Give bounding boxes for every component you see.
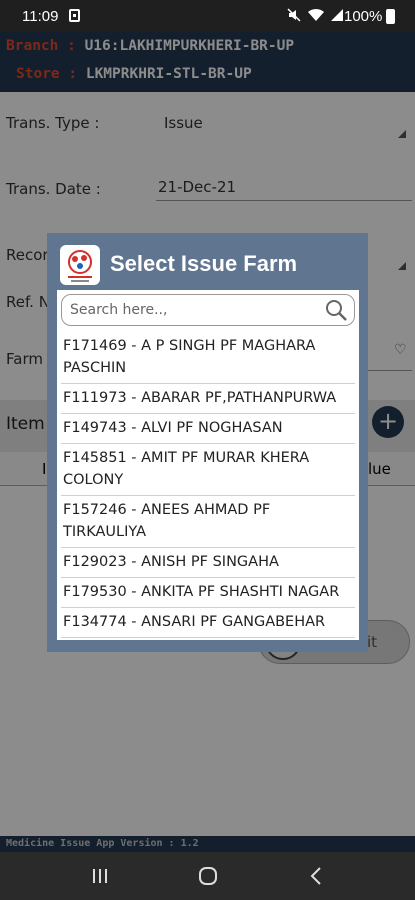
signal-icon <box>330 9 343 21</box>
farm-list-item[interactable]: F157246 - ANEES AHMAD PF TIRKAULIYA <box>61 496 355 548</box>
search-placeholder: Search here.., <box>70 302 168 318</box>
back-icon[interactable] <box>306 865 326 887</box>
status-bar: 11:09 100% <box>0 0 415 32</box>
farm-search-input[interactable]: Search here.., <box>61 294 355 326</box>
dialog-body: Search here.., F171469 - A P SINGH PF MA… <box>57 290 359 640</box>
app-logo <box>60 245 100 285</box>
status-time: 11:09 <box>22 8 59 25</box>
farm-list-item[interactable]: F129023 - ANISH PF SINGAHA <box>61 548 355 578</box>
sim-icon <box>69 9 80 22</box>
farm-list: F171469 - A P SINGH PF MAGHARA PASCHIN F… <box>61 332 355 638</box>
farm-list-item[interactable]: F145851 - AMIT PF MURAR KHERA COLONY <box>61 444 355 496</box>
battery-icon <box>386 9 395 24</box>
farm-list-item[interactable]: F134774 - ANSARI PF GANGABEHAR <box>61 608 355 638</box>
recent-apps-icon[interactable] <box>90 866 110 886</box>
farm-list-item[interactable]: F179530 - ANKITA PF SHASHTI NAGAR <box>61 578 355 608</box>
search-icon[interactable] <box>324 298 348 322</box>
farm-list-item[interactable]: F111973 - ABARAR PF,PATHANPURWA <box>61 384 355 414</box>
select-farm-dialog: Select Issue Farm Search here.., F171469… <box>47 233 368 652</box>
battery-percent: 100% <box>344 8 383 25</box>
status-icons <box>287 8 343 23</box>
mute-icon <box>287 8 301 22</box>
android-nav-bar <box>0 852 415 900</box>
home-icon[interactable] <box>197 865 219 887</box>
farm-list-item[interactable]: F171469 - A P SINGH PF MAGHARA PASCHIN <box>61 332 355 384</box>
farm-list-item[interactable]: F149743 - ALVI PF NOGHASAN <box>61 414 355 444</box>
wifi-icon <box>307 8 324 21</box>
dialog-title: Select Issue Farm <box>110 251 298 276</box>
